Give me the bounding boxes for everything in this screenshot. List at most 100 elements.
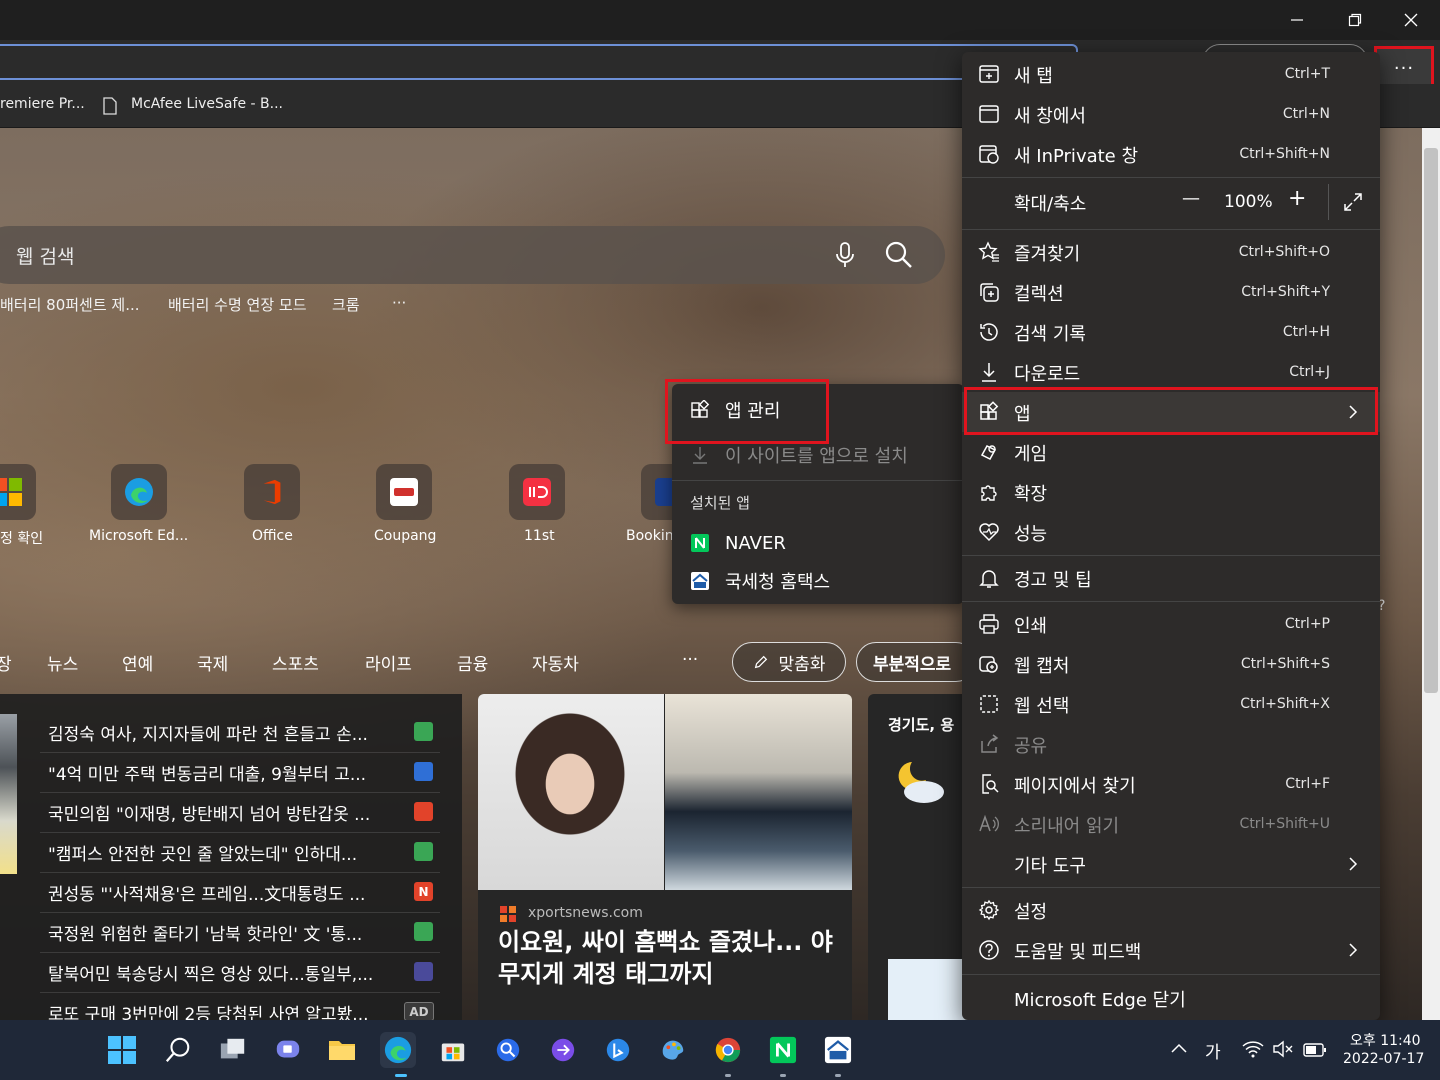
news-headline[interactable]: 김정숙 여사, 지지자들에 파란 천 흔들고 손... (48, 720, 393, 745)
printer-icon (978, 613, 1000, 635)
quick-link-tile[interactable] (376, 464, 432, 520)
news-tab[interactable]: 라이프 (365, 650, 412, 675)
news-headline[interactable]: 국민의힘 "이재명, 방탄배지 넘어 방탄갑옷 ... (48, 800, 393, 825)
restore-button[interactable] (1326, 0, 1384, 40)
favorite-link[interactable]: remiere Pr... (0, 96, 85, 112)
battery-icon[interactable] (1303, 1042, 1327, 1057)
chevron-up-icon[interactable] (1170, 1040, 1188, 1054)
menu-item-print[interactable]: 인쇄 Ctrl+P (962, 604, 1380, 644)
news-headline[interactable]: 로또 구매 3번만에 2등 당첨된 사연 알고봤... (48, 1000, 393, 1020)
naver-icon (769, 1036, 797, 1064)
close-window-button[interactable] (1382, 0, 1440, 40)
scrollbar-thumb[interactable] (1424, 148, 1438, 693)
quick-link-tile[interactable] (244, 464, 300, 520)
divider (1328, 184, 1329, 220)
menu-item-new-window[interactable]: 새 창에서 Ctrl+N (962, 94, 1380, 134)
news-headline[interactable]: 탈북어민 북송당시 찍은 영상 있다...통일부,... (48, 960, 393, 985)
news-headline[interactable]: 권성동 "'사적채용'은 프레임...文대통령도 ... (48, 880, 393, 905)
app-button[interactable] (600, 1032, 636, 1068)
feature-article-card[interactable]: xportsnews.com 이요원, 싸이 흠뻑쇼 즐겼나... 야무지게 계… (478, 694, 852, 1020)
news-tab[interactable]: 장 (0, 650, 12, 675)
teams-chat-button[interactable] (270, 1032, 306, 1068)
bell-icon (978, 567, 1000, 589)
menu-label: 도움말 및 피드백 (1014, 942, 1142, 963)
news-headline[interactable]: 국정원 위험한 줄타기 '남북 핫라인' 文 '통... (48, 920, 393, 945)
search-suggestion[interactable]: 크롬 (332, 294, 360, 315)
customize-button[interactable]: 맞춤화 (732, 642, 846, 682)
menu-item-settings[interactable]: 설정 (962, 890, 1380, 930)
chrome-button[interactable] (710, 1032, 746, 1068)
menu-item-favorites[interactable]: 즐겨찾기 Ctrl+Shift+O (962, 232, 1380, 272)
menu-item-new-tab[interactable]: 새 탭 Ctrl+T (962, 54, 1380, 94)
menu-item-history[interactable]: 검색 기록 Ctrl+H (962, 312, 1380, 352)
installed-app-naver[interactable]: NAVER (672, 523, 964, 563)
paint-icon (662, 1040, 684, 1060)
ime-indicator[interactable]: 가 (1205, 1038, 1221, 1063)
store-button[interactable] (435, 1032, 471, 1068)
installed-app-hometax[interactable]: 국세청 홈택스 (672, 561, 964, 601)
quick-link-tile[interactable] (111, 464, 167, 520)
address-bar[interactable] (0, 44, 1078, 80)
menu-item-collections[interactable]: 컬렉션 Ctrl+Shift+Y (962, 272, 1380, 312)
hometax-button[interactable] (820, 1032, 856, 1068)
news-tab[interactable]: 국제 (197, 650, 228, 675)
search-suggestion[interactable]: 배터리 수명 연장 모드 (168, 294, 307, 315)
news-tab[interactable]: 자동차 (532, 650, 579, 675)
arrow-circle-icon (551, 1038, 575, 1062)
menu-label: 성능 (1014, 524, 1048, 545)
news-headline[interactable]: "캠퍼스 안전한 곳인 줄 알았는데" 인하대... (48, 840, 393, 865)
quick-link-tile[interactable] (0, 464, 36, 520)
edge-icon (384, 1036, 412, 1064)
zoom-in-button[interactable]: + (1288, 186, 1306, 211)
microphone-icon[interactable] (834, 241, 856, 269)
partial-view-button[interactable]: 부분적으로 (856, 642, 976, 682)
app-button[interactable] (545, 1032, 581, 1068)
favorite-link[interactable]: McAfee LiveSafe - B... (131, 96, 283, 112)
minimize-button[interactable] (1268, 0, 1326, 40)
menu-item-downloads[interactable]: 다운로드 Ctrl+J (962, 352, 1380, 392)
publisher-logo-icon (414, 762, 433, 781)
article-title[interactable]: 이요원, 싸이 흠뻑쇼 즐겼나... 야무지게 계정 태그까지 (498, 926, 843, 990)
news-tab[interactable]: 연예 (122, 650, 153, 675)
more-tabs[interactable]: ··· (682, 650, 698, 670)
volume-muted-icon[interactable] (1272, 1040, 1294, 1058)
taskbar-search-button[interactable] (160, 1032, 196, 1068)
news-headline[interactable]: "4억 미만 주택 변동금리 대출, 9월부터 고... (48, 760, 393, 785)
publisher-logo-icon (414, 922, 433, 941)
zoom-out-button[interactable]: — (1182, 188, 1200, 209)
quick-link-tile[interactable] (509, 464, 565, 520)
weather-card[interactable]: 경기도, 용 ⚠ 폭우 (868, 694, 968, 1020)
wifi-icon[interactable] (1242, 1040, 1264, 1058)
publisher-logo-icon (414, 842, 433, 861)
start-button[interactable] (104, 1032, 140, 1068)
clock-date[interactable]: 2022-07-17 (1343, 1051, 1424, 1067)
web-search-box[interactable] (0, 226, 945, 284)
menu-item-inprivate[interactable]: 새 InPrivate 창 Ctrl+Shift+N (962, 134, 1380, 174)
menu-item-more-tools[interactable]: 기타 도구 (962, 844, 1380, 884)
windows-icon (108, 1036, 136, 1064)
news-tab[interactable]: 스포츠 (272, 650, 319, 675)
menu-item-web-select[interactable]: 웹 선택 Ctrl+Shift+X (962, 684, 1380, 724)
menu-item-find-on-page[interactable]: 페이지에서 찾기 Ctrl+F (962, 764, 1380, 804)
app-button[interactable] (490, 1032, 526, 1068)
naver-button[interactable] (765, 1032, 801, 1068)
menu-item-web-capture[interactable]: 웹 캡처 Ctrl+Shift+S (962, 644, 1380, 684)
app-button[interactable] (655, 1032, 691, 1068)
menu-item-games[interactable]: 게임 (962, 432, 1380, 472)
news-tab[interactable]: 뉴스 (47, 650, 78, 675)
more-suggestions[interactable]: ··· (392, 294, 406, 312)
menu-item-help-feedback[interactable]: 도움말 및 피드백 (962, 930, 1380, 970)
file-explorer-button[interactable] (324, 1032, 360, 1068)
news-tab[interactable]: 금융 (457, 650, 488, 675)
task-view-button[interactable] (215, 1032, 251, 1068)
publisher-logo-icon: N (414, 882, 433, 901)
menu-item-performance[interactable]: 성능 (962, 512, 1380, 552)
menu-item-alerts[interactable]: 경고 및 팁 (962, 558, 1380, 598)
search-icon[interactable] (884, 240, 914, 270)
search-suggestion[interactable]: 배터리 80퍼센트 제... (0, 294, 140, 315)
fullscreen-icon[interactable] (1342, 191, 1364, 213)
edge-taskbar-button[interactable] (380, 1032, 416, 1068)
menu-item-close-edge[interactable]: Microsoft Edge 닫기 (962, 978, 1380, 1018)
clock-time[interactable]: 오후 11:40 (1350, 1030, 1421, 1050)
menu-item-extensions[interactable]: 확장 (962, 472, 1380, 512)
